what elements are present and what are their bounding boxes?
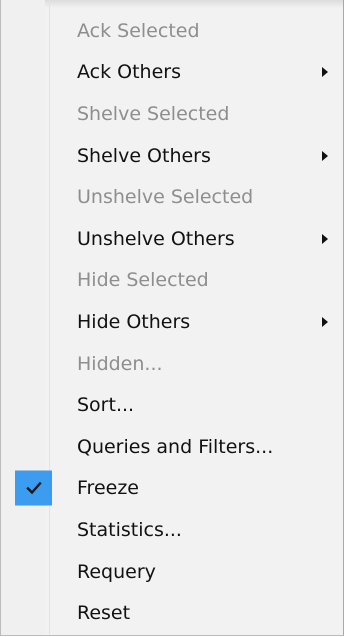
menu-item-requery[interactable]: Requery	[1, 551, 343, 593]
menu-items: Ack Selected Ack Others Shelve Selected …	[1, 10, 343, 634]
menu-item-unshelve-selected[interactable]: Unshelve Selected	[1, 176, 343, 218]
menu-item-hidden[interactable]: Hidden...	[1, 343, 343, 385]
context-menu: Ack Selected Ack Others Shelve Selected …	[0, 0, 344, 636]
menu-item-label: Ack Selected	[77, 19, 200, 42]
menu-item-label: Unshelve Others	[77, 227, 235, 250]
submenu-arrow-icon	[322, 67, 328, 78]
submenu-arrow-icon	[322, 316, 328, 327]
menu-item-label: Statistics...	[77, 518, 182, 541]
menu-item-ack-selected[interactable]: Ack Selected	[1, 10, 343, 52]
menu-item-hide-others[interactable]: Hide Others	[1, 301, 343, 343]
menu-item-label: Shelve Selected	[77, 102, 230, 125]
menu-item-label: Hidden...	[77, 352, 163, 375]
menu-item-label: Ack Others	[77, 61, 181, 84]
menu-item-label: Hide Others	[77, 310, 191, 333]
menu-item-unshelve-others[interactable]: Unshelve Others	[1, 218, 343, 260]
submenu-arrow-icon	[322, 233, 328, 244]
checkmark-icon	[15, 470, 52, 506]
menu-item-label: Shelve Others	[77, 144, 211, 167]
menu-item-label: Queries and Filters...	[77, 435, 274, 458]
menu-item-sort[interactable]: Sort...	[1, 384, 343, 426]
menu-item-hide-selected[interactable]: Hide Selected	[1, 260, 343, 302]
menu-item-shelve-others[interactable]: Shelve Others	[1, 135, 343, 177]
submenu-arrow-icon	[322, 150, 328, 161]
menu-item-shelve-selected[interactable]: Shelve Selected	[1, 93, 343, 135]
menu-item-freeze[interactable]: Freeze	[1, 468, 343, 510]
menu-item-queries-and-filters[interactable]: Queries and Filters...	[1, 426, 343, 468]
menu-item-label: Sort...	[77, 394, 135, 417]
menu-item-label: Unshelve Selected	[77, 186, 254, 209]
menu-item-reset[interactable]: Reset	[1, 592, 343, 634]
menu-item-label: Requery	[77, 560, 156, 583]
menu-item-label: Freeze	[77, 477, 139, 500]
menu-item-statistics[interactable]: Statistics...	[1, 509, 343, 551]
menu-item-label: Hide Selected	[77, 269, 209, 292]
menu-item-ack-others[interactable]: Ack Others	[1, 52, 343, 94]
menu-top-edge	[1, 0, 343, 8]
menu-item-label: Reset	[77, 602, 131, 625]
